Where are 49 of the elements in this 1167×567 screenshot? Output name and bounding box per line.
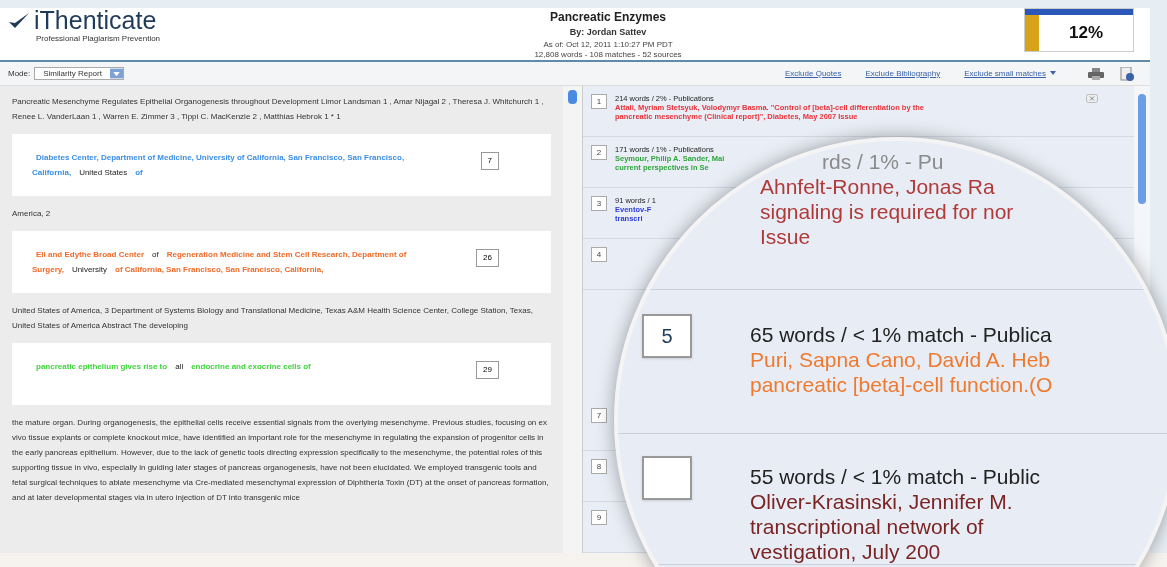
print-icon[interactable] — [1088, 67, 1104, 80]
source-number[interactable]: 4 — [591, 247, 607, 262]
source-number[interactable]: 5 — [642, 314, 692, 358]
document-paragraph: America, 2 — [12, 208, 52, 220]
report-date: As of: Oct 12, 2011 1:10:27 PM PDT — [543, 39, 673, 50]
source-number[interactable]: 9 — [591, 510, 607, 525]
magnified-citation: vestigation, July 200 — [750, 539, 941, 564]
exclude-link[interactable]: Exclude Bibliography — [865, 67, 941, 80]
magnified-citation: Ahnfelt-Ronne, Jonas Ra — [760, 174, 995, 199]
magnified-summary: rds / 1% - Pu — [822, 149, 944, 174]
mode-label: Mode: — [8, 67, 31, 80]
magnified-citation: Issue — [760, 224, 811, 249]
source-number[interactable]: 1 — [591, 94, 607, 109]
exclude-link[interactable]: Exclude Quotes — [785, 67, 842, 80]
magnified-citation: pancreatic [beta]-cell function.(O — [750, 372, 1053, 397]
source-number[interactable]: 3 — [591, 196, 607, 211]
source-number[interactable]: 2 — [591, 145, 607, 160]
matched-passage: Diabetes Center, Department of Medicine, University of California, San Francisco, San Francisco, California, United States of — [32, 152, 406, 179]
similarity-bar — [1025, 15, 1039, 51]
report-title: Pancreatic Enzymes — [549, 9, 667, 26]
matched-passage: pancreatic epithelium gives rise to all endocrine and exocrine cells of — [35, 361, 312, 373]
magnified-summary: 65 words / < 1% match - Publica — [750, 322, 1052, 347]
match-count-badge[interactable]: 29 — [476, 361, 499, 379]
brand-logo: iThenticate — [34, 8, 157, 33]
download-icon[interactable] — [1120, 66, 1134, 81]
scrollbar-thumb[interactable] — [1138, 94, 1146, 204]
dropdown-icon — [109, 68, 123, 79]
scrollbar-thumb[interactable] — [568, 90, 577, 104]
magnified-citation: Oliver-Krasinski, Jennifer M. — [750, 489, 1013, 514]
match-count-badge[interactable]: 26 — [476, 249, 499, 267]
source-number[interactable]: 8 — [591, 459, 607, 474]
magnified-citation: signaling is required for nor — [760, 199, 1014, 224]
exclude-link[interactable]: Exclude small matches — [964, 67, 1046, 80]
source-number[interactable]: 7 — [591, 408, 607, 423]
magnified-citation: transcriptional network of — [750, 514, 984, 539]
caret-icon[interactable] — [1050, 71, 1056, 76]
brand-tagline: Professional Plagiarism Prevention — [36, 33, 162, 45]
report-stats: 12,808 words - 108 matches - 52 sources — [534, 49, 682, 60]
document-paragraph: the mature organ. During organogenesis, the epithelial cells receive essential signals from the overlying mesenchyme. Previous studies, focusing on ex vivo tissue explants or complete knockout mice, have identified an important role for the mesenchyme in regulating the expansion of progenitor cells in the early pancreas epithelium. However, due to the lack of genetic tools directing expression specifically to the mesenchyme, the potential roles of this supporting tissue in vivo, especially in guiding later stages of pancreas organogenesis, have not been elucidated. We employed transgenic tools and fetal surgical techniques to ablate mesenchyme via Cre-mediated mesenchymal expression of Diphtheria Toxin (DT) at the onset of pancreas formation, and at later developmental stages via in utero injection of DT into transgenic mice — [12, 417, 550, 504]
mode-select[interactable]: Similarity Report — [34, 67, 124, 80]
close-icon[interactable] — [1086, 94, 1098, 103]
report-author: By: Jordan Sattev — [569, 26, 647, 39]
document-paragraph: Pancreatic Mesenchyme Regulates Epithelial Organogenesis throughout Development Limor Landsman 1 , Amar Nijagal 2 , Theresa J. Whitchurch 1 , Renee L. VanderLaan 1 , Warren E. Zimmer 3 , Tippi C. MacKenzie 2 , Matthias Hebrok 1 * 1 — [12, 96, 545, 123]
magnified-summary: 55 words / < 1% match - Public — [750, 464, 1041, 489]
match-count-badge[interactable]: 7 — [480, 152, 499, 170]
document-paragraph: United States of America, 3 Department of Systems Biology and Translational Medicine, Texas A&M Health Science Center, College Station, Texas, United States of America Abstract The developing — [12, 305, 534, 332]
magnified-citation: Puri, Sapna Cano, David A. Heb — [750, 347, 1050, 372]
similarity-percentage: 12% — [1068, 22, 1104, 44]
matched-passage: Eli and Edythe Broad Center of Regeneration Medicine and Stem Cell Research, Department of Surgery, University of California, San Francisco, San Francisco, California, — [32, 249, 408, 276]
